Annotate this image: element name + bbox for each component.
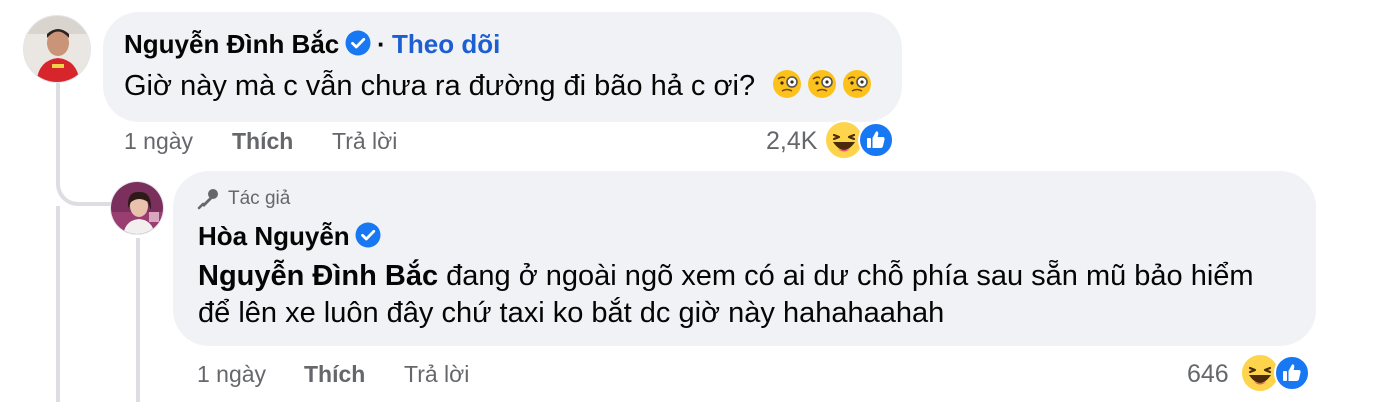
author-badge: Tác giả [228,188,291,209]
face-with-monocle-emoji-icon [808,70,836,98]
thread-line [56,206,60,402]
thread-line [56,82,60,182]
mention-link[interactable]: Nguyễn Đình Bắc [198,260,438,292]
avatar-photo [24,16,90,82]
reaction-count[interactable]: 646 [1187,360,1229,389]
reply-text: đang ở ngoài ngõ xem có ai dư chỗ phía s… [438,260,1254,292]
reply-text-line-2: để lên xe luôn đây chứ taxi ko bắt dc gi… [198,297,945,329]
separator-dot: · [377,29,386,59]
comment-text: Giờ này mà c vẫn chưa ra đường đi bão hả… [124,70,756,102]
verified-badge-icon [355,222,381,248]
avatar[interactable] [23,15,91,83]
like-button[interactable]: Thích [232,128,293,155]
comment-bubble: Nguyễn Đình Bắc · Theo dõi Giờ này mà c … [103,12,902,122]
reaction-count[interactable]: 2,4K [766,127,817,156]
like-reaction-icon [1274,355,1310,391]
face-with-monocle-emoji-icon [773,70,801,98]
reply-button[interactable]: Trả lời [332,128,397,155]
microphone-icon [197,189,218,210]
comment-timestamp[interactable]: 1 ngày [124,128,193,155]
reply-bubble: Tác giả Hòa Nguyễn Nguyễn Đình Bắc đang … [173,171,1316,346]
reply-timestamp[interactable]: 1 ngày [197,361,266,388]
reply-button[interactable]: Trả lời [404,361,469,388]
follow-link[interactable]: Theo dõi [392,29,500,60]
verified-badge-icon [345,30,371,56]
like-button[interactable]: Thích [304,361,365,388]
like-reaction-icon [858,122,894,158]
face-with-monocle-emoji-icon [843,70,871,98]
reply-avatar[interactable] [110,181,164,235]
thread-connector [56,172,112,206]
reply-author-name[interactable]: Hòa Nguyễn [198,221,350,252]
reply-text-line-1: Nguyễn Đình Bắc đang ở ngoài ngõ xem có … [198,257,1254,295]
reply-thread-line [136,238,140,402]
avatar-photo [111,182,163,234]
comment-author-name[interactable]: Nguyễn Đình Bắc [124,29,339,60]
